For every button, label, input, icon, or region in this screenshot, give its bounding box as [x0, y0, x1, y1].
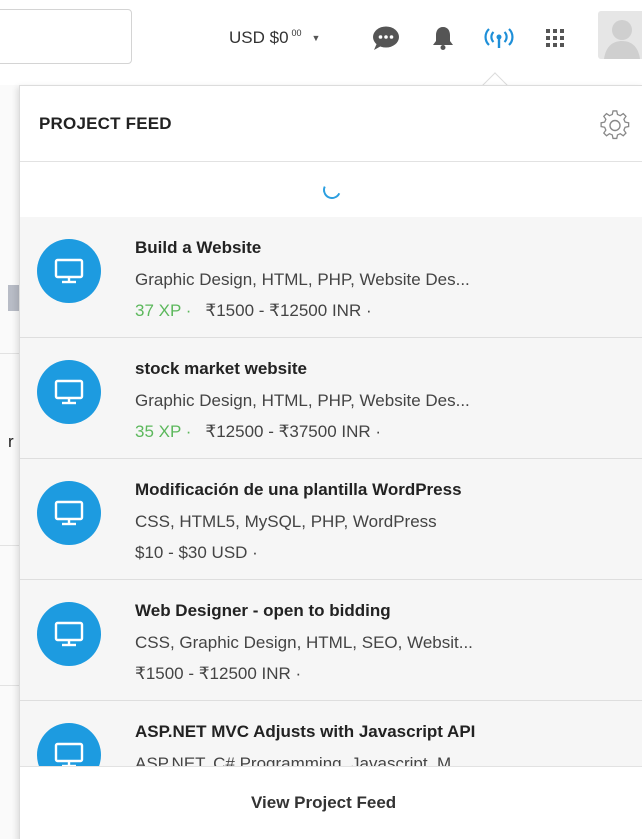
popup-header: PROJECT FEED: [20, 86, 642, 162]
project-skills: CSS, HTML5, MySQL, PHP, WordPress: [135, 512, 437, 531]
project-skills: Graphic Design, HTML, PHP, Website Des..…: [135, 391, 470, 410]
settings-icon[interactable]: [598, 108, 632, 142]
project-title[interactable]: Modificación de una plantilla WordPress: [135, 480, 462, 500]
project-meta: 35 XP · ₹12500 - ₹37500 INR ·: [135, 422, 381, 442]
divider: [0, 353, 19, 354]
loading-indicator: [20, 162, 642, 217]
view-project-feed-link[interactable]: View Project Feed: [20, 793, 642, 813]
project-budget: $10 - $30 USD ·: [135, 543, 258, 562]
background-block: [8, 285, 19, 311]
balance-amount: USD $0: [229, 28, 289, 47]
monitor-icon: [37, 723, 101, 766]
xp-badge: 37 XP ·: [135, 301, 192, 320]
feed-item[interactable]: Build a Website Graphic Design, HTML, PH…: [20, 217, 642, 338]
project-skills: CSS, Graphic Design, HTML, SEO, Websit..…: [135, 633, 473, 652]
background-text: r: [8, 432, 14, 451]
feed-item[interactable]: Web Designer - open to bidding CSS, Grap…: [20, 580, 642, 701]
project-meta: $10 - $30 USD ·: [135, 543, 258, 563]
xp-badge: 35 XP ·: [135, 422, 192, 441]
project-skills: ASP.NET, C# Programming, Javascript, M..…: [135, 754, 466, 766]
chat-icon[interactable]: [369, 22, 403, 54]
project-budget: ₹1500 - ₹12500 INR ·: [135, 664, 302, 683]
grid-icon[interactable]: [538, 22, 572, 54]
project-title[interactable]: Web Designer - open to bidding: [135, 601, 391, 621]
project-title[interactable]: Build a Website: [135, 238, 261, 258]
monitor-icon: [37, 602, 101, 666]
project-meta: 37 XP · ₹1500 - ₹12500 INR ·: [135, 301, 372, 321]
project-title[interactable]: ASP.NET MVC Adjusts with Javascript API: [135, 722, 475, 742]
feed-item[interactable]: ASP.NET MVC Adjusts with Javascript API …: [20, 701, 642, 766]
divider: [0, 545, 19, 546]
bell-icon[interactable]: [426, 22, 460, 54]
avatar[interactable]: [598, 11, 642, 59]
feed-item[interactable]: stock market website Graphic Design, HTM…: [20, 338, 642, 459]
monitor-icon: [37, 360, 101, 424]
balance-dropdown[interactable]: USD $0 00 ▼: [229, 26, 320, 50]
feed-item[interactable]: Modificación de una plantilla WordPress …: [20, 459, 642, 580]
chevron-down-icon: ▼: [311, 33, 321, 43]
search-input[interactable]: [0, 9, 132, 64]
spinner-icon: [319, 177, 344, 202]
feed-icon[interactable]: [482, 22, 516, 54]
project-meta: ₹1500 - ₹12500 INR ·: [135, 664, 301, 684]
project-budget: ₹12500 - ₹37500 INR ·: [205, 422, 382, 441]
project-title[interactable]: stock market website: [135, 359, 307, 379]
popup-title: PROJECT FEED: [39, 114, 172, 133]
monitor-icon: [37, 481, 101, 545]
project-skills: Graphic Design, HTML, PHP, Website Des..…: [135, 270, 470, 289]
divider: [0, 685, 19, 686]
project-budget: ₹1500 - ₹12500 INR ·: [205, 301, 372, 320]
background-page-column: [0, 85, 19, 839]
project-feed-popup: PROJECT FEED Build a Website Graphic Des…: [19, 85, 642, 839]
popup-footer: View Project Feed: [20, 766, 642, 839]
monitor-icon: [37, 239, 101, 303]
balance-cents: 00: [291, 28, 302, 38]
feed-list[interactable]: Build a Website Graphic Design, HTML, PH…: [20, 217, 642, 766]
